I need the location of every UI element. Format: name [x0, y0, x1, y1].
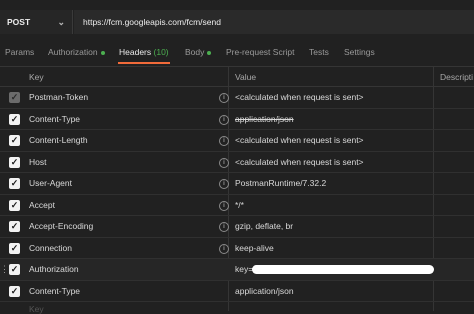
info-icon[interactable]: i [219, 157, 229, 168]
active-tab-indicator [118, 62, 170, 64]
headers-table: Key Value Descripti ✓ Postman-Token i <c… [0, 66, 474, 311]
request-bar: POST ⌄ https://fcm.googleapis.com/fcm/se… [0, 0, 474, 42]
status-dot-icon [100, 50, 105, 55]
redaction-overlay [252, 265, 434, 274]
method-label: POST [7, 17, 31, 27]
header-key[interactable]: Accept [29, 200, 55, 210]
tab-headers-label: Headers [119, 47, 152, 57]
new-key-placeholder[interactable]: Key [29, 304, 44, 314]
tab-pre-request-script[interactable]: Pre-request Script [226, 47, 295, 57]
table-row: ✓ User-Agent i PostmanRuntime/7.32.2 [0, 173, 474, 195]
tab-settings-label: Settings [344, 47, 375, 57]
header-key[interactable]: Content-Length [29, 135, 88, 145]
table-row: ✓ Connection i keep-alive [0, 238, 474, 259]
url-text: https://fcm.googleapis.com/fcm/send [83, 17, 221, 27]
table-header: Key Value Descripti [0, 66, 474, 87]
header-value[interactable]: */* [235, 200, 244, 210]
header-value[interactable]: <calculated when request is sent> [235, 157, 364, 167]
header-key[interactable]: Authorization [29, 264, 79, 274]
method-select[interactable]: POST ⌄ [0, 10, 73, 34]
tab-headers[interactable]: Headers (10) [119, 47, 169, 57]
header-value[interactable]: keep-alive [235, 243, 274, 253]
check-icon[interactable]: ✓ [9, 156, 20, 168]
check-icon[interactable]: ✓ [9, 285, 20, 297]
table-row: ✓ Content-Length i <calculated when requ… [0, 130, 474, 152]
tab-tests[interactable]: Tests [309, 47, 329, 57]
tab-params-label: Params [5, 47, 35, 57]
table-row: ✓ Content-Type i application/json [0, 109, 474, 130]
check-icon[interactable]: ✓ [9, 113, 20, 125]
tab-body-label: Body [185, 47, 205, 57]
tab-headers-count: (10) [153, 47, 169, 57]
table-row: ✓ Accept i */* [0, 195, 474, 216]
header-value[interactable]: PostmanRuntime/7.32.2 [235, 178, 326, 188]
info-icon[interactable]: i [219, 93, 229, 103]
check-icon[interactable]: ✓ [9, 135, 20, 146]
check-icon[interactable]: ✓ [9, 221, 20, 232]
header-value[interactable]: application/json [235, 114, 294, 124]
info-icon[interactable]: i [219, 179, 229, 189]
status-dot-icon [207, 50, 212, 55]
info-icon[interactable]: i [219, 200, 229, 211]
header-value[interactable]: <calculated when request is sent> [235, 135, 364, 145]
tab-body[interactable]: Body [185, 47, 212, 57]
info-icon[interactable]: i [219, 136, 229, 146]
chevron-down-icon: ⌄ [57, 16, 65, 27]
header-value[interactable]: application/json [235, 286, 294, 296]
check-icon[interactable]: ✓ [9, 92, 20, 103]
header-key[interactable]: Host [29, 157, 46, 167]
tab-pre-request-script-label: Pre-request Script [226, 47, 295, 57]
header-key[interactable]: User-Agent [29, 178, 72, 188]
tab-authorization[interactable]: Authorization [48, 47, 105, 57]
header-value[interactable]: gzip, deflate, br [235, 221, 293, 231]
column-value: Value [235, 72, 257, 82]
tab-params[interactable]: Params [5, 47, 34, 57]
info-icon[interactable]: i [219, 243, 229, 254]
column-description: Descripti [440, 72, 474, 82]
check-icon[interactable]: ✓ [9, 242, 20, 254]
header-value[interactable]: <calculated when request is sent> [235, 92, 364, 102]
header-key[interactable]: Accept-Encoding [29, 221, 93, 231]
header-value[interactable]: key= [235, 264, 253, 274]
info-icon[interactable]: i [219, 222, 229, 232]
url-input[interactable]: https://fcm.googleapis.com/fcm/send [74, 10, 474, 34]
info-icon[interactable]: i [219, 114, 229, 125]
header-key[interactable]: Content-Type [29, 286, 80, 296]
request-tabs: Params Authorization Headers (10) Body P… [0, 44, 474, 64]
table-row: ✓ Accept-Encoding i gzip, deflate, br [0, 216, 474, 238]
table-row: ⋮⋮ ✓ Authorization key= [0, 259, 474, 281]
header-key[interactable]: Postman-Token [29, 92, 88, 102]
tab-tests-label: Tests [309, 47, 329, 57]
header-key[interactable]: Content-Type [29, 114, 80, 124]
tab-settings[interactable]: Settings [344, 47, 375, 57]
tab-authorization-label: Authorization [48, 47, 98, 57]
table-row: ✓ Content-Type application/json [0, 281, 474, 302]
column-key: Key [29, 72, 44, 82]
table-row: ✓ Host i <calculated when request is sen… [0, 152, 474, 173]
check-icon[interactable]: ✓ [9, 178, 20, 189]
check-icon[interactable]: ✓ [9, 264, 20, 275]
check-icon[interactable]: ✓ [9, 199, 20, 211]
table-row: ✓ Postman-Token i <calculated when reque… [0, 87, 474, 109]
header-key[interactable]: Connection [29, 243, 72, 253]
